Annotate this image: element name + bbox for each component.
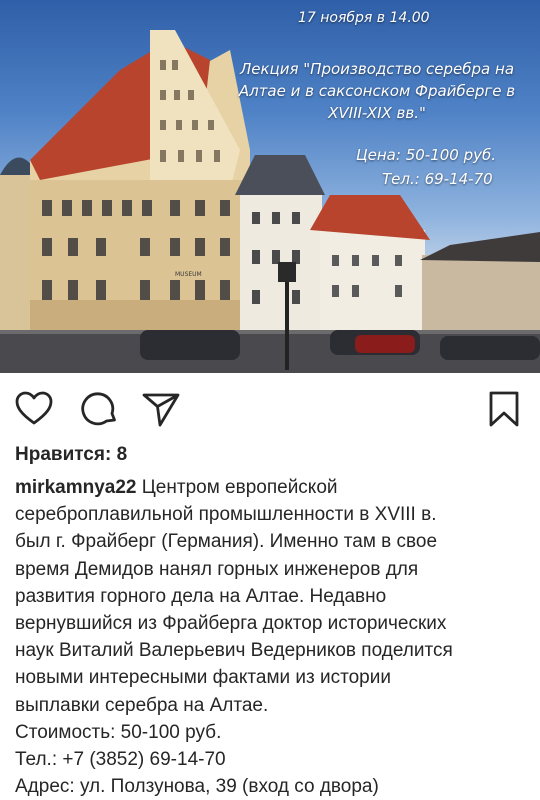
heart-icon[interactable] <box>14 389 54 429</box>
event-title-line: XVIII-XIX вв." <box>328 104 426 122</box>
caption-line: выплавки серебра на Алтае. <box>15 694 269 716</box>
event-title: Лекция "Производство серебра на Алтае и … <box>222 58 532 124</box>
event-price: Цена: 50-100 руб. <box>356 146 497 164</box>
caption-line: был г. Фрайберг (Германия). Именно там в… <box>15 531 438 553</box>
caption-line: Тел.: +7 (3852) 69-14-70 <box>15 749 226 771</box>
event-phone: Тел.: 69-14-70 <box>382 170 493 188</box>
likes-count[interactable]: Нравится: 8 <box>15 444 127 466</box>
post-image[interactable]: MUSEUM 17 ноября в 14.00 Лекция "Произво… <box>0 0 540 373</box>
username-link[interactable]: mirkamnya22 <box>15 477 136 498</box>
event-title-line: Лекция "Производство серебра на <box>239 60 515 78</box>
caption-line: Адрес: ул. Ползунова, 39 (вход со двора) <box>15 776 379 798</box>
museum-sign: MUSEUM <box>175 271 202 278</box>
event-title-line: Алтае и в саксонском Фрайберге в <box>238 82 516 100</box>
caption-line: время Демидов нанял горных инженеров для <box>15 558 419 580</box>
caption-line: вернувшийся из Фрайберга доктор историче… <box>15 613 447 635</box>
post-caption: mirkamnya22 Центром европейской серебро­… <box>15 474 530 800</box>
post-action-bar <box>0 373 540 443</box>
comment-icon[interactable] <box>80 389 120 429</box>
caption-line: развития горного дела на Алтае. Недавно <box>15 585 387 607</box>
caption-line: новыми интересными фактами из истории <box>15 667 391 689</box>
caption-line: mirkamnya22 Центром европейской <box>15 474 530 501</box>
caption-text: Центром европейской <box>136 477 338 498</box>
share-icon[interactable] <box>141 389 181 429</box>
bookmark-icon[interactable] <box>484 389 524 429</box>
caption-line: наук Виталий Валерьевич Ведерников подел… <box>15 640 453 662</box>
caption-line: серебро­плавильной промышленности в XVII… <box>15 504 437 526</box>
event-date: 17 ноября в 14.00 <box>298 10 430 26</box>
caption-line: Стоимость: 50-100 руб. <box>15 721 222 743</box>
